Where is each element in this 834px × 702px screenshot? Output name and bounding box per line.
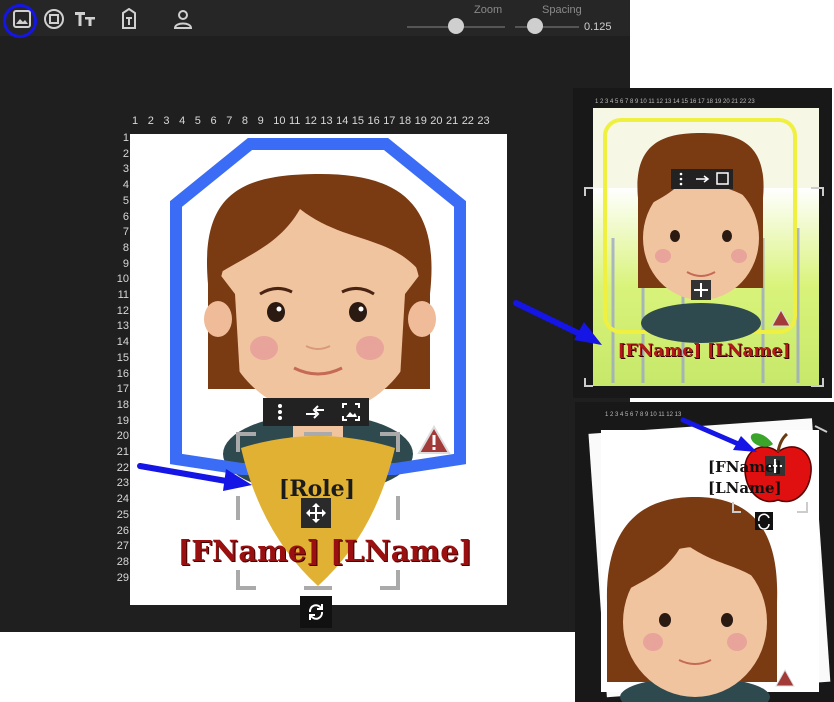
- frame-action-bar: [263, 398, 369, 426]
- ruler-row-label: 22: [116, 461, 129, 474]
- more-options-button[interactable]: [263, 403, 297, 421]
- ruler-row-label: 1: [122, 132, 129, 144]
- arrow-icon: [513, 300, 602, 345]
- column-ruler: 1 2 3 4 5 6 7 8 9 10 11 12 13 14 15 16 17 18 19 20 21 22 23: [132, 115, 492, 129]
- ruler-row-label: 13: [116, 320, 129, 333]
- ruler-row-label: 17: [116, 383, 129, 396]
- ruler-row-label: 15: [116, 351, 129, 364]
- ruler-row-label: 23: [116, 477, 129, 490]
- person-tool-button[interactable]: [169, 5, 197, 33]
- arrow-icon: [137, 463, 252, 491]
- swap-icon: [306, 405, 324, 419]
- ruler-column-label: 17: [383, 115, 396, 127]
- ruler-column-label: 21: [446, 115, 459, 127]
- ruler-column-label: 13: [320, 115, 333, 127]
- svg-text:1 2 3 4 5 6 7 8 9 10 11 12 13: 1 2 3 4 5 6 7 8 9 10 11 12 13: [605, 412, 682, 418]
- ruler-column-label: 10: [273, 115, 286, 127]
- ruler-column-label: 12: [304, 115, 317, 127]
- ruler-row-label: 27: [116, 540, 129, 553]
- photo-fit-icon: [342, 403, 360, 421]
- frame-icon: [44, 9, 64, 29]
- ruler-column-label: 2: [147, 115, 154, 127]
- ruler-column-label: 11: [289, 115, 301, 127]
- ruler-column-label: 22: [461, 115, 474, 127]
- ruler-column-label: 23: [477, 115, 490, 127]
- ruler-column-label: 8: [241, 115, 249, 127]
- preview-1-name-text: [FName] [LName]: [617, 341, 791, 361]
- spacing-value: 0.125: [584, 21, 612, 33]
- ruler-column-label: 18: [398, 115, 412, 127]
- ruler-column-label: 1: [132, 115, 139, 127]
- ruler-row-label: 19: [116, 414, 129, 427]
- frame-tool-button[interactable]: [40, 5, 68, 33]
- spacing-slider-knob[interactable]: [527, 18, 543, 34]
- svg-text:1 2 3 4 5 6 7 8 9 10 11 12 13: 1 2 3 4 5 6 7 8 9 10 11 12 13 14 15 16 1…: [595, 99, 755, 105]
- image-tool-button[interactable]: [8, 5, 36, 33]
- zoom-slider-knob[interactable]: [448, 18, 464, 34]
- swap-button[interactable]: [297, 404, 333, 420]
- ruler-row-label: 29: [116, 571, 129, 584]
- ruler-row-label: 10: [116, 273, 129, 286]
- ruler-column-label: 4: [179, 115, 186, 127]
- row-ruler: 1 2 3 4 5 6 7 8 9 10 11 12 13 14 15 16 17 18 19 20 21 22 23 24 2…: [111, 132, 129, 602]
- rotate-icon: [308, 604, 324, 620]
- ruler-column-label: 20: [430, 115, 443, 127]
- preview-2-artwork: 1 2 3 4 5 6 7 8 9 10 11 12 13: [588, 412, 831, 702]
- image-icon: [13, 10, 31, 28]
- ruler-column-label: 3: [163, 115, 170, 127]
- ruler-row-label: 24: [116, 493, 129, 506]
- person-icon: [173, 10, 193, 29]
- ruler-row-label: 11: [117, 289, 129, 301]
- ruler-row-label: 5: [122, 194, 129, 207]
- photo-fit-button[interactable]: [333, 402, 369, 422]
- ruler-column-label: 16: [367, 115, 380, 127]
- preview-2-lname: [LName]: [708, 479, 782, 497]
- move-handle[interactable]: [301, 498, 331, 528]
- text-icon: [75, 12, 95, 26]
- ruler-column-label: 14: [336, 115, 349, 127]
- ruler-row-label: 28: [116, 555, 129, 568]
- top-toolbar: Zoom Spacing 0.125: [0, 0, 630, 38]
- ruler-row-label: 7: [122, 226, 129, 239]
- zoom-label: Zoom: [474, 4, 503, 16]
- ruler-row-label: 2: [122, 147, 129, 160]
- ruler-column-label: 6: [210, 115, 217, 127]
- ruler-row-label: 12: [116, 304, 129, 317]
- ruler-column-label: 5: [194, 115, 201, 127]
- warning-icon[interactable]: [416, 424, 452, 456]
- ruler-column-label: 15: [351, 115, 365, 127]
- ruler-column-label: 9: [257, 115, 264, 127]
- preview-2-fname: [FName]: [708, 458, 782, 476]
- ruler-row-label: 25: [116, 508, 129, 521]
- ruler-row-label: 20: [116, 430, 129, 443]
- ruler-row-label: 9: [122, 257, 129, 270]
- ruler-row-label: 18: [116, 398, 129, 411]
- ruler-row-label: 4: [122, 179, 129, 192]
- ruler-column-label: 7: [226, 115, 233, 127]
- text-field-tool-button[interactable]: [115, 5, 143, 33]
- text-tool-button[interactable]: [71, 5, 99, 33]
- more-vert-icon: [278, 404, 282, 420]
- move-icon: [306, 503, 326, 523]
- ruler-row-label: 21: [116, 446, 129, 458]
- ruler-row-label: 14: [116, 336, 129, 349]
- rotate-handle[interactable]: [300, 596, 332, 628]
- text-field-icon: [122, 8, 136, 29]
- ruler-row-label: 8: [122, 241, 129, 254]
- name-text[interactable]: [FName] [LName]: [160, 534, 490, 568]
- ruler-row-label: 3: [122, 163, 129, 176]
- ruler-row-label: 26: [116, 524, 129, 537]
- preview-2-name-text: [FName] [LName]: [708, 457, 798, 499]
- ruler-column-label: 19: [414, 115, 427, 127]
- spacing-label: Spacing: [542, 4, 582, 16]
- ruler-row-label: 16: [116, 367, 129, 380]
- spacing-slider-track[interactable]: [515, 26, 579, 28]
- ruler-row-label: 6: [122, 210, 129, 223]
